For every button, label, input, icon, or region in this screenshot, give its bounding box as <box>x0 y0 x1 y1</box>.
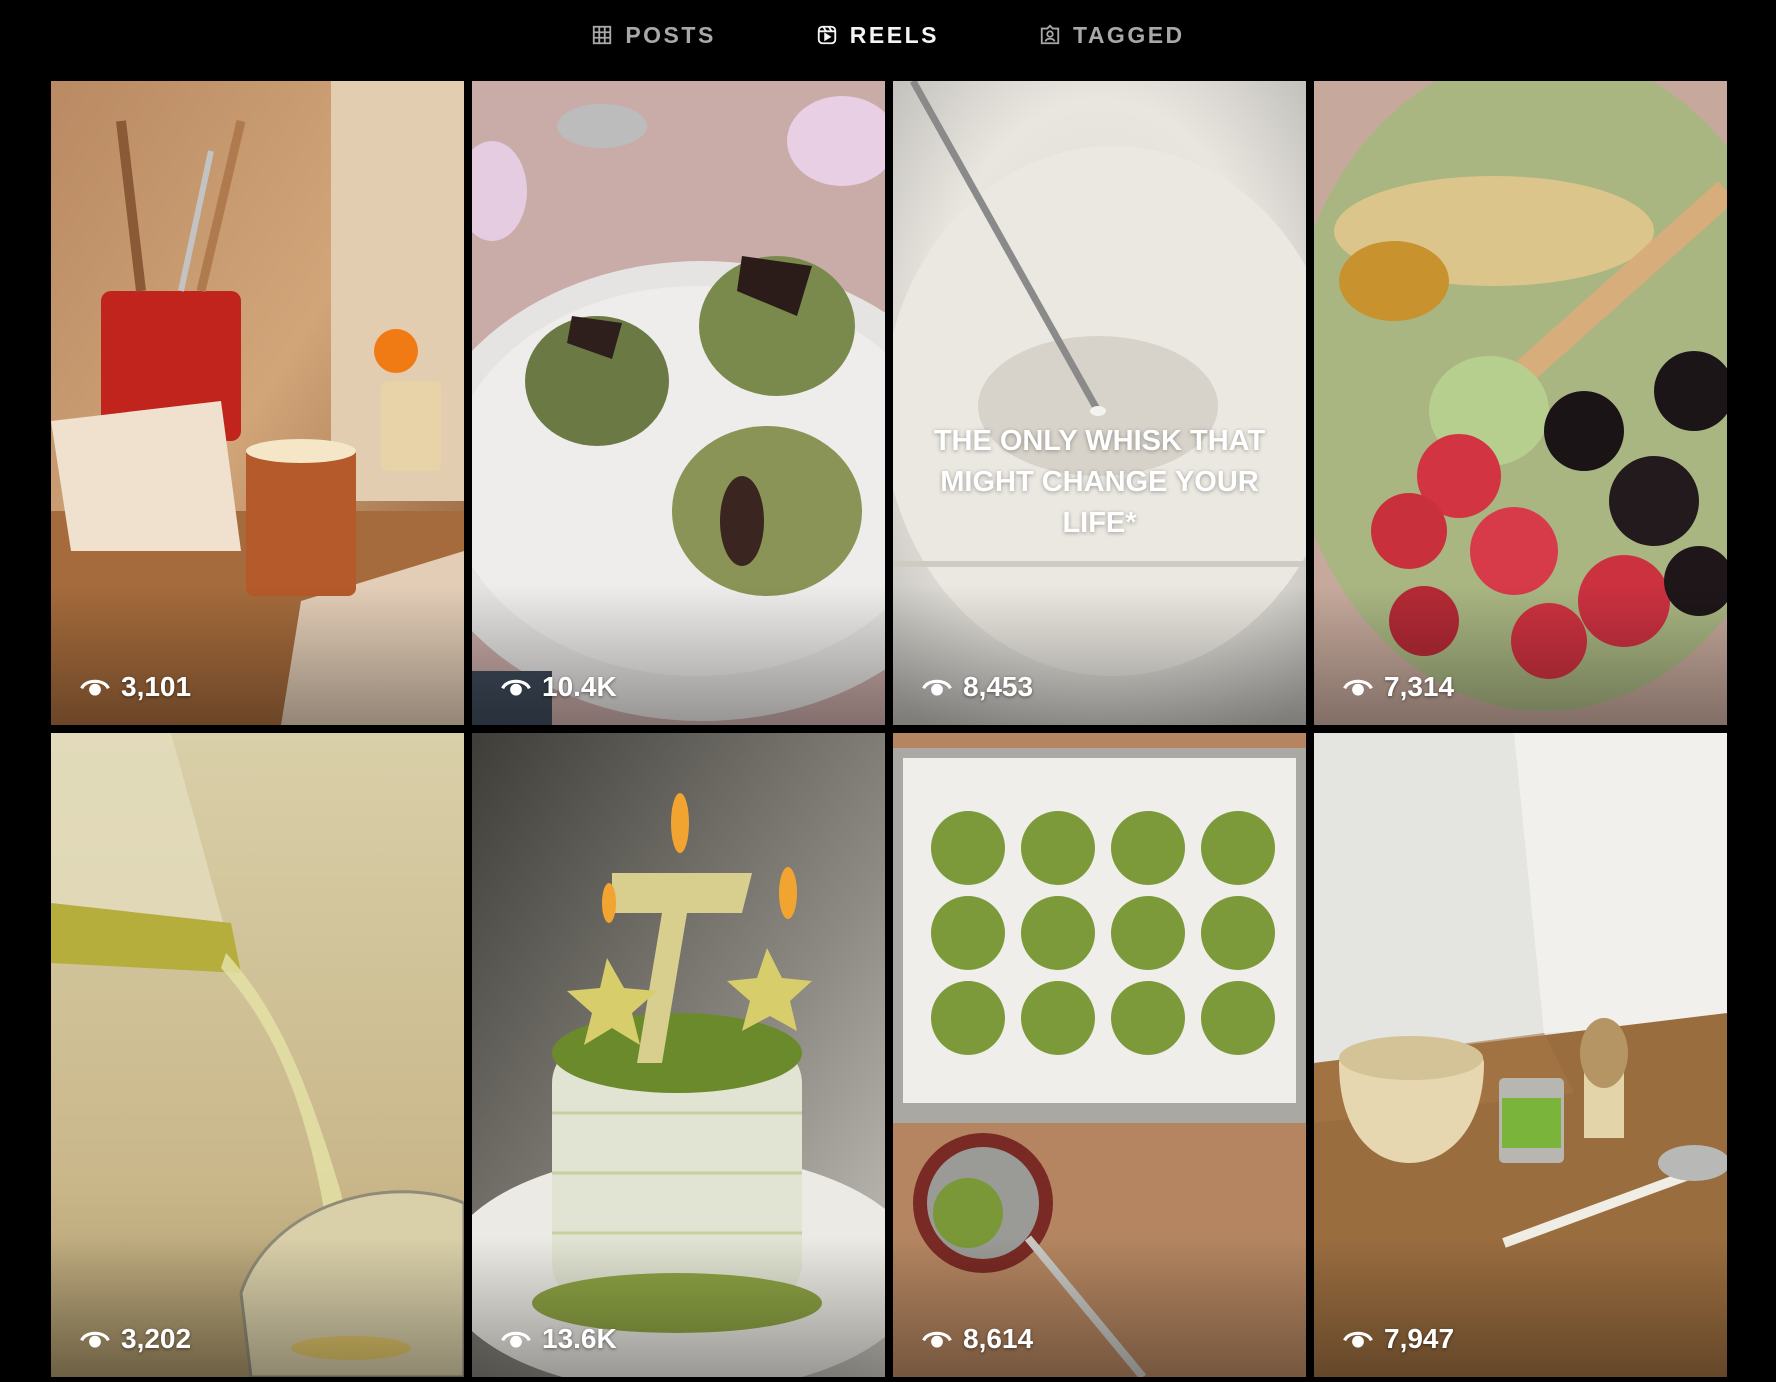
eye-icon <box>501 679 531 696</box>
reel-tile[interactable]: 7,314 <box>1314 81 1727 725</box>
reel-tile[interactable]: THE ONLY WHISK THAT MIGHT CHANGE YOUR LI… <box>893 81 1306 725</box>
eye-icon <box>80 679 110 696</box>
eye-icon <box>922 1331 952 1348</box>
view-count-value: 3,202 <box>121 1323 192 1354</box>
eye-icon <box>1343 679 1373 696</box>
reels-icon <box>817 25 836 45</box>
tab-posts[interactable]: POSTS <box>591 22 715 49</box>
reel-tile[interactable]: 7,947 <box>1314 733 1727 1377</box>
tab-tagged-label: TAGGED <box>1072 21 1185 48</box>
reels-grid: 3,101 10.4K THE ONLY WHISK THAT MIGHT CH… <box>51 81 1727 1377</box>
view-count: 8,614 <box>921 1323 1033 1355</box>
view-count: 10.4K <box>500 671 617 703</box>
view-count: 3,202 <box>79 1323 191 1355</box>
view-count: 7,314 <box>1342 671 1454 703</box>
profile-tabs: POSTS REELS TAGGED <box>0 0 1776 70</box>
view-count-value: 3,101 <box>121 671 192 702</box>
reel-overlay-text: THE ONLY WHISK THAT MIGHT CHANGE YOUR LI… <box>933 425 1266 539</box>
tab-reels[interactable]: REELS <box>816 22 939 49</box>
tile-shade <box>472 585 885 725</box>
reel-tile[interactable]: 10.4K <box>472 81 885 725</box>
view-count: 7,947 <box>1342 1323 1454 1355</box>
tile-shade <box>893 1237 1306 1377</box>
grid-icon <box>593 25 612 45</box>
view-count-value: 8,614 <box>963 1323 1034 1354</box>
reel-tile[interactable]: 3,202 <box>51 733 464 1377</box>
view-count-value: 8,453 <box>963 671 1034 702</box>
tile-shade <box>51 585 464 725</box>
eye-icon <box>501 1331 531 1348</box>
view-count-value: 7,314 <box>1384 671 1455 702</box>
reel-tile[interactable]: 13.6K <box>472 733 885 1377</box>
eye-icon <box>1343 1331 1373 1348</box>
view-count: 8,453 <box>921 671 1033 703</box>
tile-shade <box>472 1237 885 1377</box>
tab-reels-label: REELS <box>849 21 939 48</box>
view-count: 3,101 <box>79 671 191 703</box>
tab-tagged[interactable]: TAGGED <box>1039 22 1185 49</box>
eye-icon <box>922 679 952 696</box>
tagged-icon <box>1040 24 1060 45</box>
reel-tile[interactable]: 3,101 <box>51 81 464 725</box>
tile-shade <box>893 585 1306 725</box>
tile-shade <box>1314 1237 1727 1377</box>
reel-tile[interactable]: 8,614 <box>893 733 1306 1377</box>
eye-icon <box>80 1331 110 1348</box>
tile-shade <box>51 1237 464 1377</box>
view-count-value: 10.4K <box>542 671 617 702</box>
tile-shade <box>1314 585 1727 725</box>
view-count: 13.6K <box>500 1323 617 1355</box>
view-count-value: 7,947 <box>1384 1323 1455 1354</box>
view-count-value: 13.6K <box>542 1323 617 1354</box>
tab-posts-label: POSTS <box>625 21 716 48</box>
